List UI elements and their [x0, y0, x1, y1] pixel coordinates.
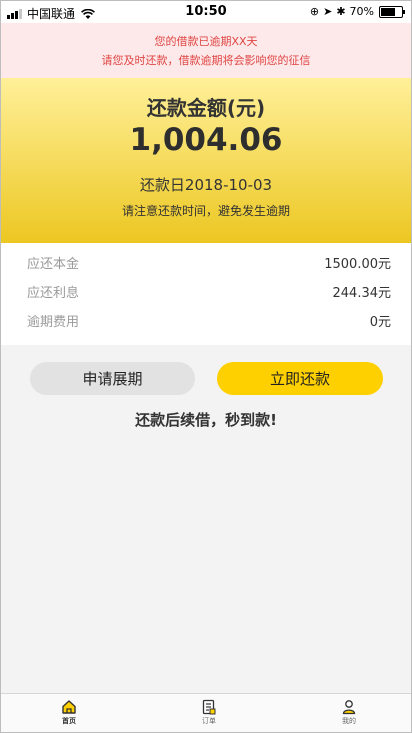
- detail-row-principal: 应还本金 1500.00元: [27, 253, 391, 273]
- tab-mine[interactable]: 我的: [324, 699, 374, 726]
- detail-label: 应还本金: [27, 257, 80, 272]
- detail-label: 应还利息: [27, 286, 80, 301]
- detail-label: 逾期费用: [27, 315, 80, 330]
- notice-line-1: 您的借款已逾期XX天: [154, 35, 258, 48]
- location-icon: ➤: [323, 5, 333, 18]
- due-tip: 请注意还款时间，避免发生逾期: [121, 204, 290, 218]
- reborrow-slogan: 还款后续借，秒到款!: [135, 411, 277, 429]
- battery-fill: [381, 7, 395, 16]
- status-bar: 中国联通 10:50 ⊕ ➤ ✱ 70%: [1, 1, 411, 23]
- user-icon: [342, 700, 356, 715]
- tab-bar: 首页 订单 我的: [1, 693, 411, 732]
- orientation-lock-icon: ⊕: [309, 5, 320, 18]
- notice-line-2: 请您及时还款，借款逾期将会影响您的征信: [101, 54, 311, 67]
- tab-orders[interactable]: 订单: [184, 699, 234, 726]
- repayment-summary: 还款金额(元) 1,004.06 还款日2018-10-03 请注意还款时间，避…: [1, 78, 411, 243]
- detail-value: 1500.00元: [324, 257, 391, 272]
- repayment-amount: 1,004.06: [129, 122, 283, 158]
- bluetooth-icon: ✱: [336, 5, 346, 18]
- home-icon: [62, 700, 76, 714]
- repayment-details: 应还本金 1500.00元 应还利息 244.34元 逾期费用 0元: [1, 243, 411, 345]
- status-right: ⊕ ➤ ✱ 70%: [306, 5, 405, 18]
- tab-label: 我的: [342, 717, 356, 725]
- detail-row-overdue-fee: 逾期费用 0元: [27, 311, 391, 331]
- phone-screen: 中国联通 10:50 ⊕ ➤ ✱ 70% 您的借款已逾期XX天 请您及时还款，借…: [0, 0, 412, 733]
- overdue-notice: 您的借款已逾期XX天 请您及时还款，借款逾期将会影响您的征信: [1, 23, 411, 78]
- summary-title: 还款金额(元): [146, 96, 266, 120]
- detail-value: 244.34元: [332, 286, 392, 301]
- detail-value: 0元: [369, 315, 391, 330]
- battery-icon: [379, 5, 405, 18]
- tab-label: 订单: [202, 717, 216, 725]
- detail-row-interest: 应还利息 244.34元: [27, 282, 391, 302]
- apply-extension-button[interactable]: 申请展期: [30, 362, 195, 395]
- order-icon: [202, 699, 216, 715]
- tab-label: 首页: [62, 717, 76, 725]
- repay-now-button[interactable]: 立即还款: [217, 362, 383, 395]
- battery-percent: 70%: [349, 5, 374, 18]
- tab-home[interactable]: 首页: [44, 699, 94, 726]
- due-date: 还款日2018-10-03: [139, 176, 273, 194]
